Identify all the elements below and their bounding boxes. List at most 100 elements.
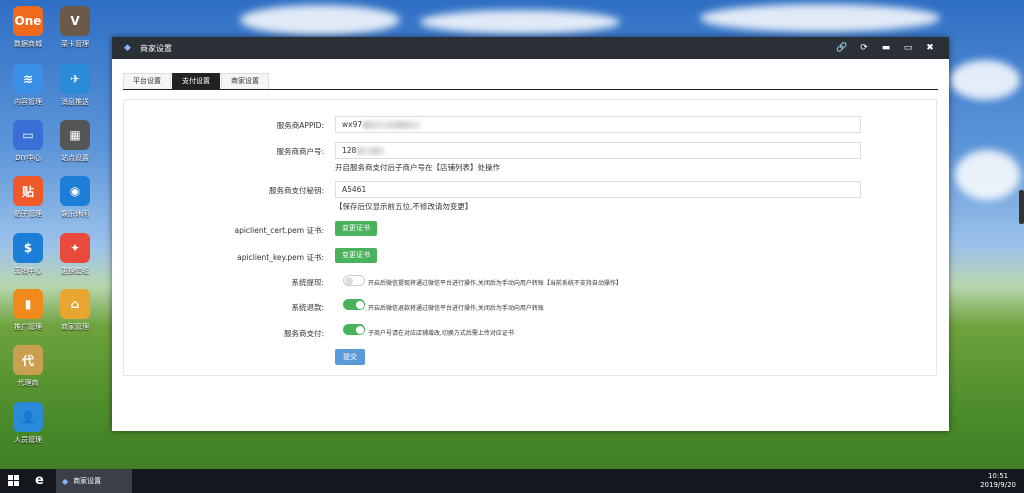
desktop-icon[interactable]: 👤 人员管理 (4, 402, 52, 445)
desktop-icon[interactable]: 代代理商 (4, 345, 52, 388)
desktop-icon[interactable]: ⌂ 商家管理 (51, 289, 99, 332)
app-icon: V (60, 6, 90, 36)
app-icon: ⌂ (60, 289, 90, 319)
mchid-value: 128 (342, 146, 357, 155)
start-icon[interactable] (8, 475, 20, 487)
tab-divider (123, 89, 938, 90)
secret-input[interactable]: A5461 (335, 181, 861, 198)
desktop-icon[interactable]: ◉ 娱乐休闲 (51, 176, 99, 219)
app-icon: $ (13, 233, 43, 263)
secret-label: 服务商支付秘钥: (268, 186, 324, 195)
desktop-icon-label: DIY中心 (15, 154, 41, 162)
taskbar-item-merchant-settings[interactable]: ◆ 商家设置 (56, 469, 132, 493)
taskbar-item-label: 商家设置 (73, 477, 102, 485)
desktop-icon[interactable]: ✈ 消息推送 (51, 64, 99, 107)
desktop-icon[interactable]: One 数据商城 (4, 6, 52, 49)
cloud (700, 4, 940, 32)
appid-label: 服务商APPID: (276, 121, 324, 130)
app-icon: 代 (13, 345, 43, 375)
app-icon: One (13, 6, 43, 36)
refund-description: 开启后微信退款将通过微信平台进行操作,关闭后为手动向用户转账 (368, 305, 544, 312)
secret-value: A5461 (342, 185, 367, 194)
window-titlebar[interactable]: ◆ 商家设置 🔗 ⟳ ▬ ▭ ✖ (112, 37, 949, 59)
clock-time: 10:51 (987, 472, 1009, 480)
desktop-icon[interactable]: ▮ 推广管理 (4, 289, 52, 332)
desktop-icon-label: 菜卡管理 (61, 40, 89, 48)
desktop-icon-label: 内容管理 (14, 98, 42, 106)
app-icon: ▮ (13, 289, 43, 319)
desktop-icon-label: 推广管理 (14, 323, 42, 331)
app-icon: 👤 (13, 402, 43, 432)
withdraw-description: 开启后微信提现将通过微信平台进行操作,关闭后为手动向用户转账【当前系统不支持自动… (368, 280, 622, 287)
merchant-settings-window: ◆ 商家设置 🔗 ⟳ ▬ ▭ ✖ 平台设置 支付设置 商家设置 服务商APPID… (112, 37, 949, 431)
desktop-icon-label: 营销中心 (14, 267, 42, 275)
desktop-icon[interactable]: ▭ DIY中心 (4, 120, 52, 163)
desktop-icon-label: 贴子管理 (14, 210, 42, 218)
toggle-knob (345, 277, 353, 285)
cloud (420, 10, 620, 34)
window-app-icon: ◆ (62, 476, 69, 486)
desktop-icon-label: 代理商 (17, 379, 39, 387)
payment-settings-panel: 服务商APPID: wx97 服务商商户号: 128 开启服务商支付后子商户号在… (123, 99, 937, 376)
app-icon: ◉ (60, 176, 90, 206)
link-icon[interactable]: 🔗 (831, 43, 853, 53)
submit-button[interactable]: 提交 (335, 349, 365, 365)
tab-platform-settings[interactable]: 平台设置 (123, 73, 171, 89)
desktop-icon-label: 娱乐休闲 (61, 210, 89, 218)
app-icon: 贴 (13, 176, 43, 206)
tab-merchant-settings[interactable]: 商家设置 (221, 73, 269, 89)
refund-label: 系统退款: (291, 303, 324, 312)
desktop-icon-label: 人员管理 (14, 436, 42, 444)
desktop-icon[interactable]: ✦ 更换壁纸 (51, 233, 99, 276)
desktop-icon[interactable]: V 菜卡管理 (51, 6, 99, 49)
withdraw-label: 系统提现: (291, 278, 324, 287)
cloud (240, 5, 400, 35)
window-app-icon: ◆ (124, 43, 131, 53)
desktop-icon[interactable]: ▦ 站点设置 (51, 120, 99, 163)
app-icon: ≋ (13, 64, 43, 94)
desktop-icon-label: 数据商城 (14, 40, 42, 48)
appid-input[interactable]: wx97 (335, 116, 861, 133)
window-title: 商家设置 (140, 43, 172, 53)
system-clock[interactable]: 10:51 2019/9/20 (980, 472, 1016, 490)
redacted-mask (357, 147, 386, 155)
desktop-icon[interactable]: ≋ 内容管理 (4, 64, 52, 107)
withdraw-toggle[interactable] (343, 275, 365, 286)
minimize-icon[interactable]: ▬ (875, 43, 897, 53)
toggle-knob (356, 326, 364, 334)
edge-handle[interactable] (1019, 190, 1024, 224)
cloud (950, 60, 1020, 100)
change-key-button[interactable]: 变更证书 (335, 248, 377, 263)
desktop-icon-label: 更换壁纸 (61, 267, 89, 275)
sp-pay-description: 子商户号请在对应店铺增改,切换方式后需上传对应证书 (368, 330, 514, 337)
tab-payment-settings[interactable]: 支付设置 (172, 73, 220, 89)
mchid-input[interactable]: 128 (335, 142, 861, 159)
refresh-icon[interactable]: ⟳ (853, 43, 875, 53)
desktop-icon[interactable]: 贴贴子管理 (4, 176, 52, 219)
cloud (955, 150, 1020, 200)
desktop-icon-label: 站点设置 (61, 154, 89, 162)
refund-toggle[interactable] (343, 299, 365, 310)
change-cert-button[interactable]: 变更证书 (335, 221, 377, 236)
desktop-icon-label: 商家管理 (61, 323, 89, 331)
close-icon[interactable]: ✖ (919, 43, 941, 53)
appid-value: wx97 (342, 120, 363, 129)
mchid-label: 服务商商户号: (276, 147, 324, 156)
redacted-mask (363, 121, 422, 129)
toggle-knob (356, 301, 364, 309)
secret-hint: 【保存后仅显示前五位,不修改请勿变更】 (335, 202, 473, 211)
cert-label: apiclient_cert.pem 证书: (234, 226, 324, 235)
taskbar: e ◆ 商家设置 10:51 2019/9/20 (0, 469, 1024, 493)
sp-pay-label: 服务商支付: (283, 329, 324, 338)
browser-icon[interactable]: e (35, 473, 44, 488)
desktop-icon[interactable]: $ 营销中心 (4, 233, 52, 276)
mchid-hint: 开启服务商支付后子商户号在【店铺列表】处操作 (335, 163, 500, 172)
sp-pay-toggle[interactable] (343, 324, 365, 335)
app-icon: ▦ (60, 120, 90, 150)
desktop-icon-label: 消息推送 (61, 98, 89, 106)
maximize-icon[interactable]: ▭ (897, 43, 919, 53)
settings-tabs: 平台设置 支付设置 商家设置 (123, 73, 270, 89)
app-icon: ✦ (60, 233, 90, 263)
clock-date: 2019/9/20 (980, 481, 1016, 489)
app-icon: ▭ (13, 120, 43, 150)
